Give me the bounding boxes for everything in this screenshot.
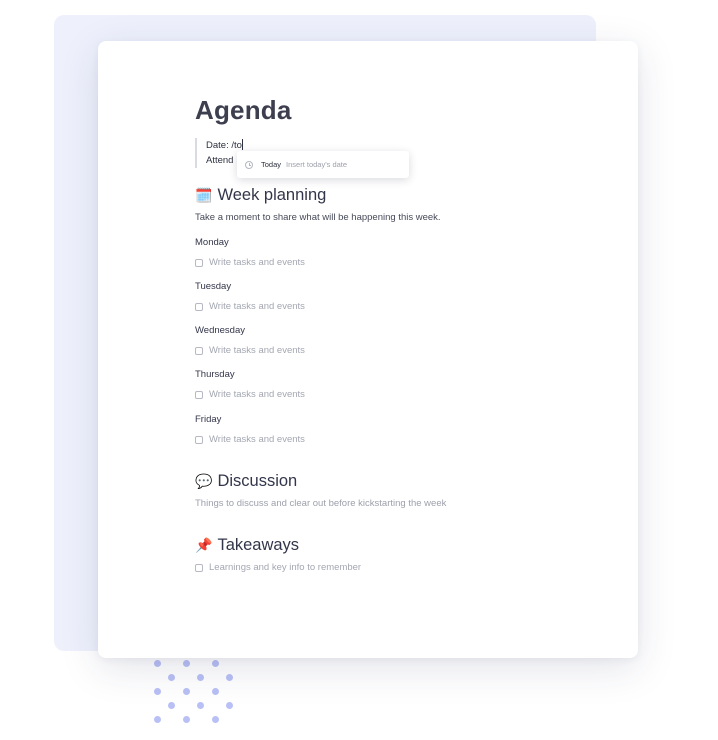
meta-block: Date: /to Attend xyxy=(195,138,243,168)
dot xyxy=(226,674,233,681)
takeaways-heading[interactable]: 📌 Takeaways xyxy=(195,536,299,555)
page-title[interactable]: Agenda xyxy=(195,95,292,126)
text-caret xyxy=(241,139,243,150)
menu-item-today[interactable]: Today xyxy=(261,160,281,169)
agenda-document: Agenda Date: /to Attend Today Insert tod… xyxy=(98,41,638,658)
task-item: Write tasks and events xyxy=(195,345,305,356)
task-item: Learnings and key info to remember xyxy=(195,562,361,573)
date-text: Date: /to xyxy=(206,140,242,151)
task-placeholder[interactable]: Write tasks and events xyxy=(209,301,305,312)
pushpin-icon: 📌 xyxy=(195,537,213,553)
discussion-heading[interactable]: 💬 Discussion xyxy=(195,472,297,491)
dot xyxy=(154,660,161,667)
week-planning-heading[interactable]: 🗓️ Week planning xyxy=(195,186,326,205)
day-label[interactable]: Tuesday xyxy=(195,281,231,292)
task-placeholder[interactable]: Write tasks and events xyxy=(209,389,305,400)
checkbox[interactable] xyxy=(195,390,203,399)
dot xyxy=(197,674,204,681)
checkbox[interactable] xyxy=(195,563,203,572)
discussion-description[interactable]: Things to discuss and clear out before k… xyxy=(195,498,446,509)
decorative-dots xyxy=(150,656,240,728)
dot xyxy=(168,674,175,681)
dot xyxy=(197,702,204,709)
dot xyxy=(212,660,219,667)
dot xyxy=(183,716,190,723)
speech-bubble-icon: 💬 xyxy=(195,473,213,489)
task-placeholder[interactable]: Write tasks and events xyxy=(209,257,305,268)
day-label[interactable]: Friday xyxy=(195,414,221,425)
dot xyxy=(226,702,233,709)
task-item: Write tasks and events xyxy=(195,301,305,312)
task-item: Write tasks and events xyxy=(195,257,305,268)
task-placeholder[interactable]: Learnings and key info to remember xyxy=(209,562,361,573)
dot xyxy=(212,716,219,723)
checkbox[interactable] xyxy=(195,346,203,355)
dot xyxy=(212,688,219,695)
heading-text: Week planning xyxy=(217,186,327,204)
day-label[interactable]: Thursday xyxy=(195,369,235,380)
dot xyxy=(168,702,175,709)
task-placeholder[interactable]: Write tasks and events xyxy=(209,345,305,356)
checkbox[interactable] xyxy=(195,258,203,267)
clock-icon xyxy=(245,160,253,169)
heading-text: Discussion xyxy=(217,472,298,490)
dot xyxy=(183,688,190,695)
slash-command-menu: Today Insert today's date xyxy=(237,151,409,178)
dot xyxy=(154,688,161,695)
day-label[interactable]: Monday xyxy=(195,237,229,248)
day-label[interactable]: Wednesday xyxy=(195,325,245,336)
dot xyxy=(154,716,161,723)
task-item: Write tasks and events xyxy=(195,389,305,400)
heading-text: Takeaways xyxy=(217,536,300,554)
dot xyxy=(183,660,190,667)
task-item: Write tasks and events xyxy=(195,434,305,445)
task-placeholder[interactable]: Write tasks and events xyxy=(209,434,305,445)
calendar-icon: 🗓️ xyxy=(195,187,213,203)
menu-item-description: Insert today's date xyxy=(286,160,348,169)
checkbox[interactable] xyxy=(195,435,203,444)
week-description[interactable]: Take a moment to share what will be happ… xyxy=(195,212,441,223)
checkbox[interactable] xyxy=(195,302,203,311)
